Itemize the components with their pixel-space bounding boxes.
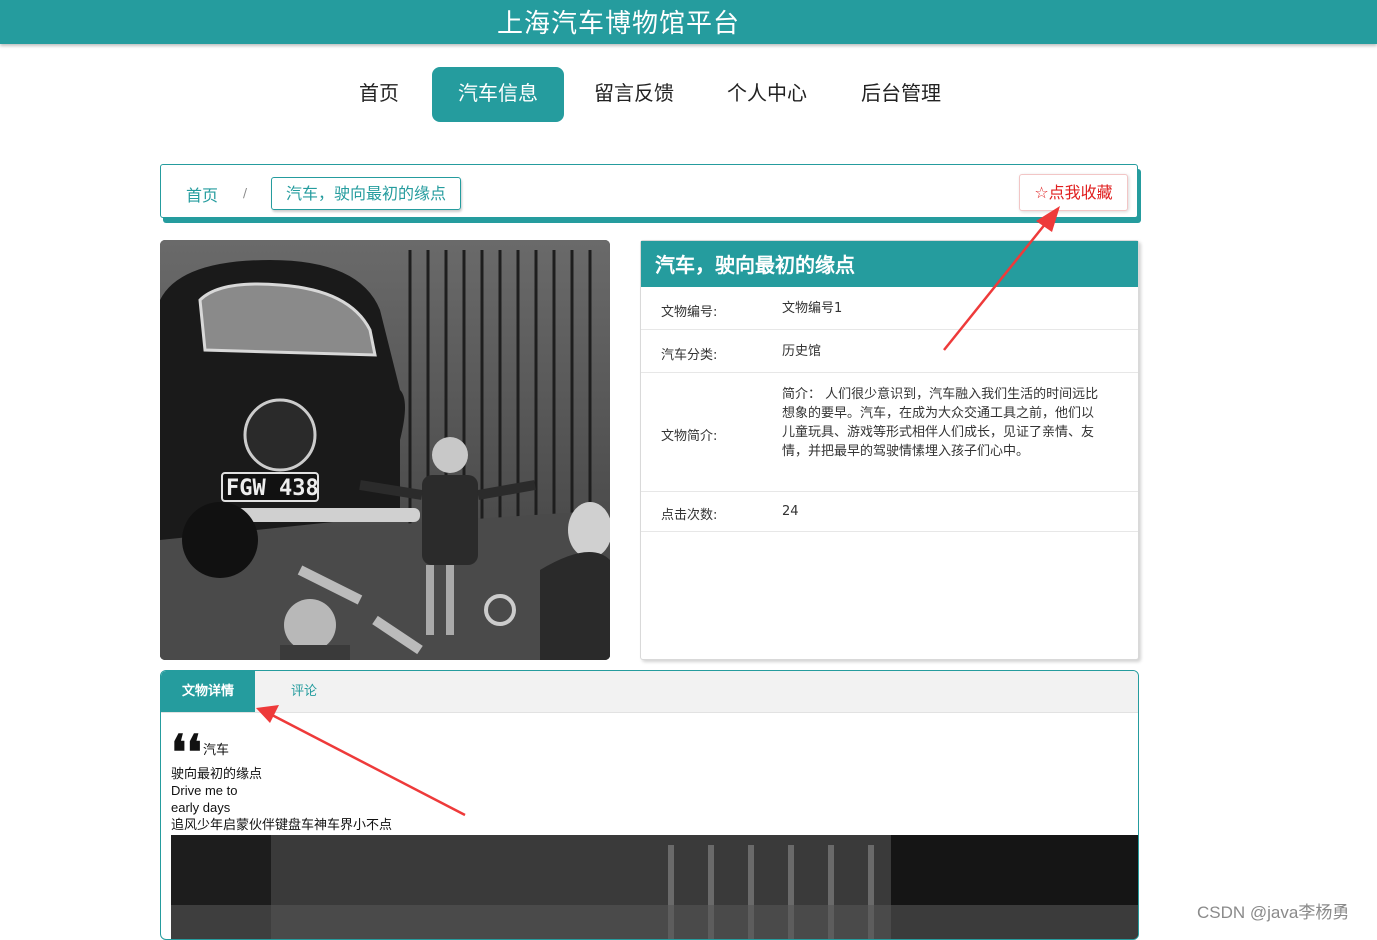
- car-photo: FGW 438: [160, 240, 610, 660]
- tab-artifact-detail[interactable]: 文物详情: [161, 671, 255, 712]
- site-title: 上海汽车博物馆平台: [497, 9, 741, 39]
- info-value: 24: [782, 504, 799, 519]
- top-header-bar: 上海汽车博物馆平台: [0, 0, 1377, 44]
- license-plate-text: FGW 438: [226, 476, 319, 501]
- info-value: 历史馆: [782, 344, 822, 359]
- detail-line: 驶向最初的缘点: [171, 766, 263, 781]
- nav-item-car-info[interactable]: 汽车信息: [432, 67, 564, 122]
- watermark: CSDN @java李杨勇: [1197, 903, 1350, 922]
- info-label: 点击次数:: [661, 508, 718, 523]
- nav-item-personal-center[interactable]: 个人中心: [712, 67, 822, 122]
- tab-comments[interactable]: 评论: [267, 671, 341, 712]
- detail-image-illustration: [171, 835, 1138, 939]
- info-row-number: 文物编号: 文物编号1: [641, 287, 1138, 330]
- main-nav: 首页 汽车信息 留言反馈 个人中心 后台管理: [0, 67, 1377, 122]
- breadcrumb-separator: /: [243, 186, 248, 200]
- favorite-button-label: 点我收藏: [1048, 183, 1113, 202]
- info-label: 汽车分类:: [661, 348, 718, 363]
- nav-item-feedback[interactable]: 留言反馈: [580, 67, 688, 122]
- info-row-category: 汽车分类: 历史馆: [641, 330, 1138, 373]
- car-photo-illustration: FGW 438: [160, 240, 610, 660]
- detail-line: 汽车: [203, 742, 230, 757]
- breadcrumb-home-link[interactable]: 首页: [186, 182, 218, 206]
- info-label: 文物编号:: [661, 305, 718, 320]
- detail-image: [171, 835, 1138, 939]
- info-row-intro: 文物简介: 简介： 人们很少意识到，汽车融入我们生活的时间远比想象的要早。汽车，…: [641, 373, 1138, 492]
- tabs-bar: 文物详情 评论: [161, 671, 1138, 713]
- nav-item-admin[interactable]: 后台管理: [846, 67, 956, 122]
- star-outline-icon: ☆: [1034, 183, 1049, 202]
- info-row-clicks: 点击次数: 24: [641, 492, 1138, 532]
- nav-item-home[interactable]: 首页: [342, 67, 416, 122]
- info-label: 文物简介:: [661, 429, 718, 444]
- artifact-title: 汽车，驶向最初的缘点: [641, 241, 1138, 287]
- breadcrumb-current: 汽车，驶向最初的缘点: [271, 177, 461, 210]
- detail-content: 汽车 驶向最初的缘点 Drive me to early days 追风少年启蒙…: [171, 741, 392, 833]
- artifact-info-panel: 汽车，驶向最初的缘点 文物编号: 文物编号1 汽车分类: 历史馆 文物简介: 简…: [640, 240, 1139, 660]
- detail-line: early days: [171, 800, 231, 815]
- detail-line: 追风少年启蒙伙伴键盘车神车界小不点: [171, 817, 393, 832]
- detail-tabs: 文物详情 评论 ❛❛ 汽车 驶向最初的缘点 Drive me to early …: [160, 670, 1139, 940]
- info-value: 文物编号1: [782, 301, 843, 316]
- breadcrumb: 首页 / 汽车，驶向最初的缘点 ☆点我收藏: [160, 164, 1138, 218]
- favorite-button[interactable]: ☆点我收藏: [1019, 174, 1128, 211]
- detail-line: Drive me to: [171, 783, 238, 798]
- info-value: 简介： 人们很少意识到，汽车融入我们生活的时间远比想象的要早。汽车，在成为大众交…: [782, 387, 1099, 459]
